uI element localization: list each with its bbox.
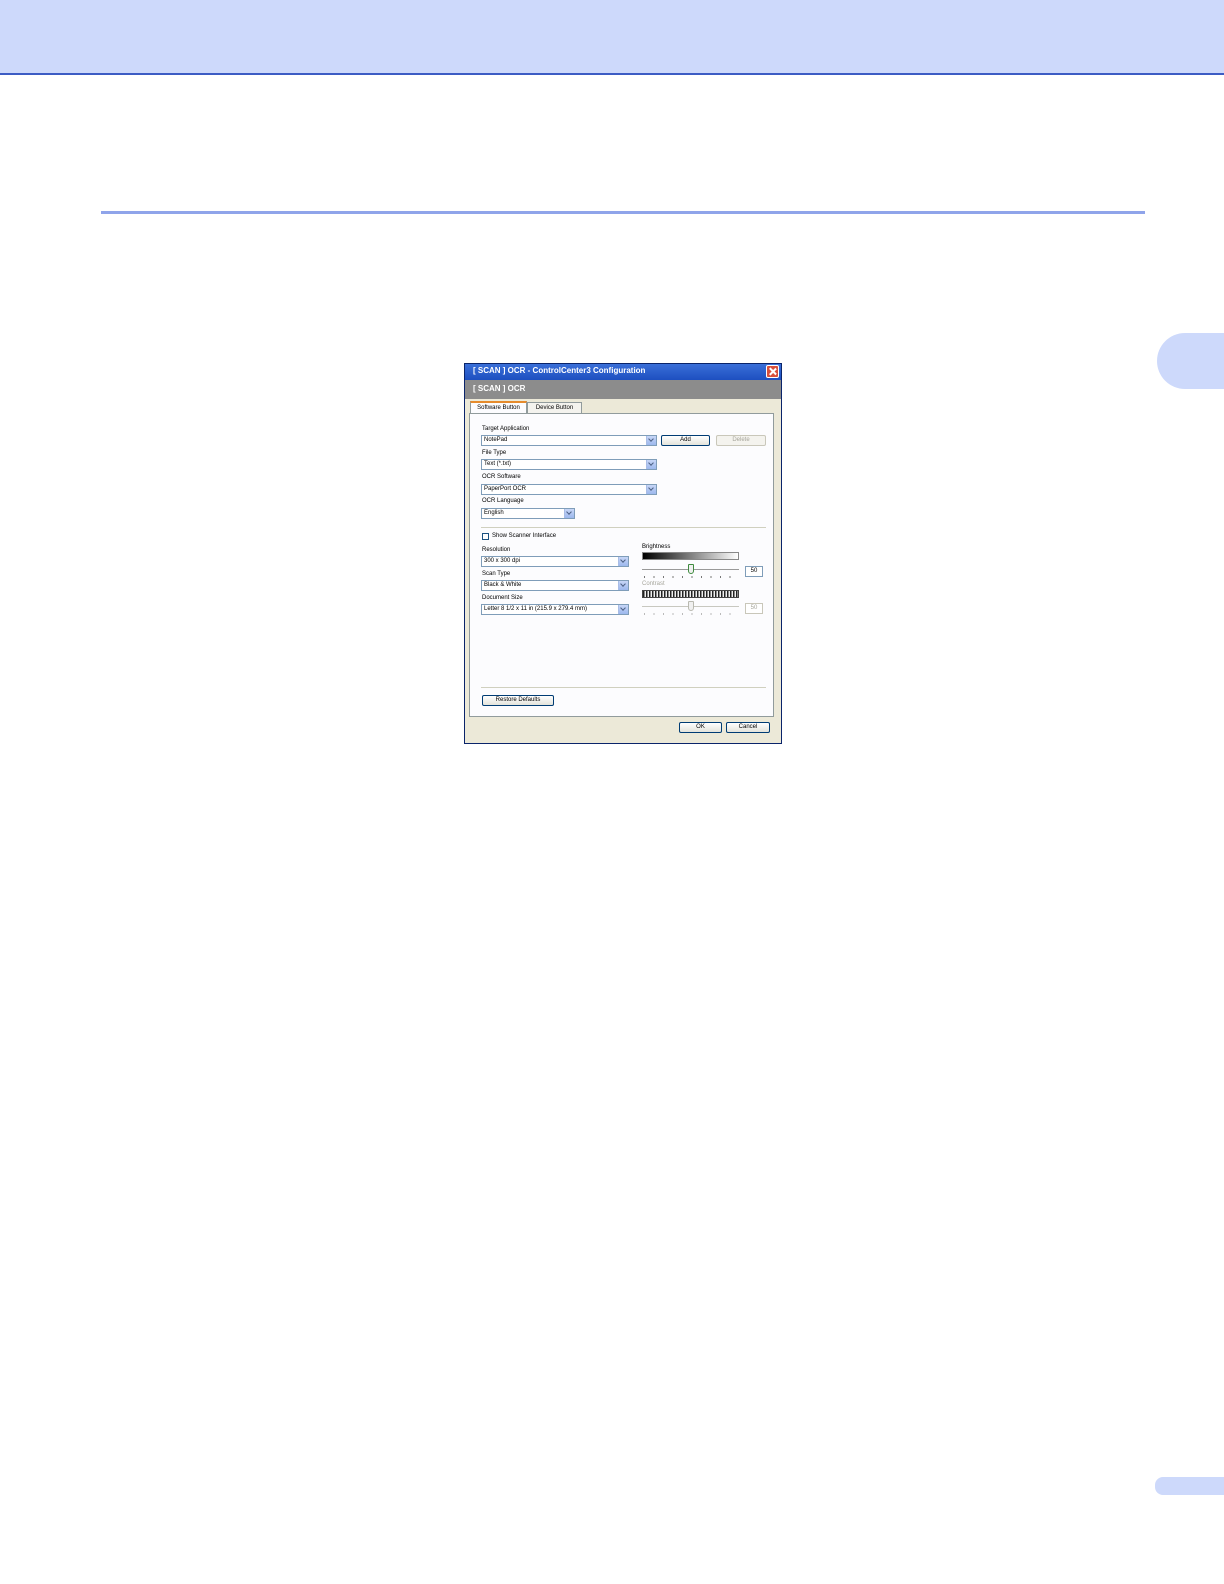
chevron-down-icon[interactable] <box>618 557 628 566</box>
separator <box>481 687 766 688</box>
delete-button[interactable]: Delete <box>716 435 766 446</box>
ocr-language-select[interactable]: English <box>481 508 575 519</box>
close-icon[interactable] <box>766 365 779 378</box>
chevron-down-icon[interactable] <box>646 485 656 494</box>
ocr-software-label: OCR Software <box>482 474 521 480</box>
section-rule <box>101 211 1145 214</box>
file-type-select[interactable]: Text (*.txt) <box>481 459 657 470</box>
dialog-header: [ SCAN ] OCR <box>465 380 781 399</box>
brightness-label: Brightness <box>642 544 671 550</box>
chevron-down-icon[interactable] <box>618 605 628 614</box>
resolution-label: Resolution <box>482 547 511 553</box>
contrast-pattern <box>642 590 739 598</box>
target-application-value: NotePad <box>484 437 508 443</box>
controlcenter-configuration-dialog: [ SCAN ] OCR - ControlCenter3 Configurat… <box>464 363 782 744</box>
resolution-select[interactable]: 300 x 300 dpi <box>481 556 629 567</box>
target-application-label: Target Application <box>482 426 530 432</box>
dialog-title: [ SCAN ] OCR - ControlCenter3 Configurat… <box>473 366 646 375</box>
show-scanner-interface-label: Show Scanner Interface <box>492 533 557 539</box>
ocr-software-select[interactable]: PaperPort OCR <box>481 484 657 495</box>
contrast-ticks <box>644 613 738 615</box>
separator <box>481 527 766 528</box>
contrast-label: Contrast <box>642 581 665 587</box>
tab-device-button[interactable]: Device Button <box>527 402 582 413</box>
dialog-body: Software Button Device Button Target App… <box>465 399 781 743</box>
chapter-tab <box>1157 333 1224 389</box>
document-size-value: Letter 8 1/2 x 11 in (215.9 x 279.4 mm) <box>484 606 587 612</box>
contrast-slider-thumb[interactable] <box>687 601 694 611</box>
dialog-header-text: [ SCAN ] OCR <box>473 384 526 393</box>
add-button[interactable]: Add <box>661 435 710 446</box>
resolution-value: 300 x 300 dpi <box>484 558 521 564</box>
scan-type-label: Scan Type <box>482 571 511 577</box>
page-header-band <box>0 0 1224 75</box>
scan-type-select[interactable]: Black & White <box>481 580 629 591</box>
chevron-down-icon[interactable] <box>646 436 656 445</box>
brightness-gradient <box>642 552 739 560</box>
ok-button[interactable]: OK <box>679 722 722 733</box>
software-button-panel: Target Application NotePad Add Delete Fi… <box>469 413 774 717</box>
contrast-value-field[interactable]: 50 <box>745 603 763 614</box>
document-size-select[interactable]: Letter 8 1/2 x 11 in (215.9 x 279.4 mm) <box>481 604 629 615</box>
ocr-language-value: English <box>484 510 504 516</box>
title-bar[interactable]: [ SCAN ] OCR - ControlCenter3 Configurat… <box>465 364 781 380</box>
chevron-down-icon[interactable] <box>618 581 628 590</box>
file-type-label: File Type <box>482 450 507 456</box>
target-application-select[interactable]: NotePad <box>481 435 657 446</box>
chevron-down-icon[interactable] <box>564 509 574 518</box>
show-scanner-interface-checkbox[interactable] <box>482 533 489 540</box>
page-number-tab <box>1155 1477 1224 1495</box>
scan-type-value: Black & White <box>484 582 522 588</box>
cancel-button[interactable]: Cancel <box>726 722 770 733</box>
ocr-software-value: PaperPort OCR <box>484 486 527 492</box>
brightness-slider-thumb[interactable] <box>687 564 694 574</box>
document-size-label: Document Size <box>482 595 523 601</box>
ocr-language-label: OCR Language <box>482 498 524 504</box>
brightness-slider[interactable] <box>642 564 739 578</box>
tab-software-button[interactable]: Software Button <box>470 401 527 413</box>
brightness-ticks <box>644 576 738 578</box>
file-type-value: Text (*.txt) <box>484 461 512 467</box>
brightness-value-field[interactable]: 50 <box>745 566 763 577</box>
chevron-down-icon[interactable] <box>646 460 656 469</box>
contrast-slider[interactable] <box>642 601 739 615</box>
restore-defaults-button[interactable]: Restore Defaults <box>482 695 554 706</box>
